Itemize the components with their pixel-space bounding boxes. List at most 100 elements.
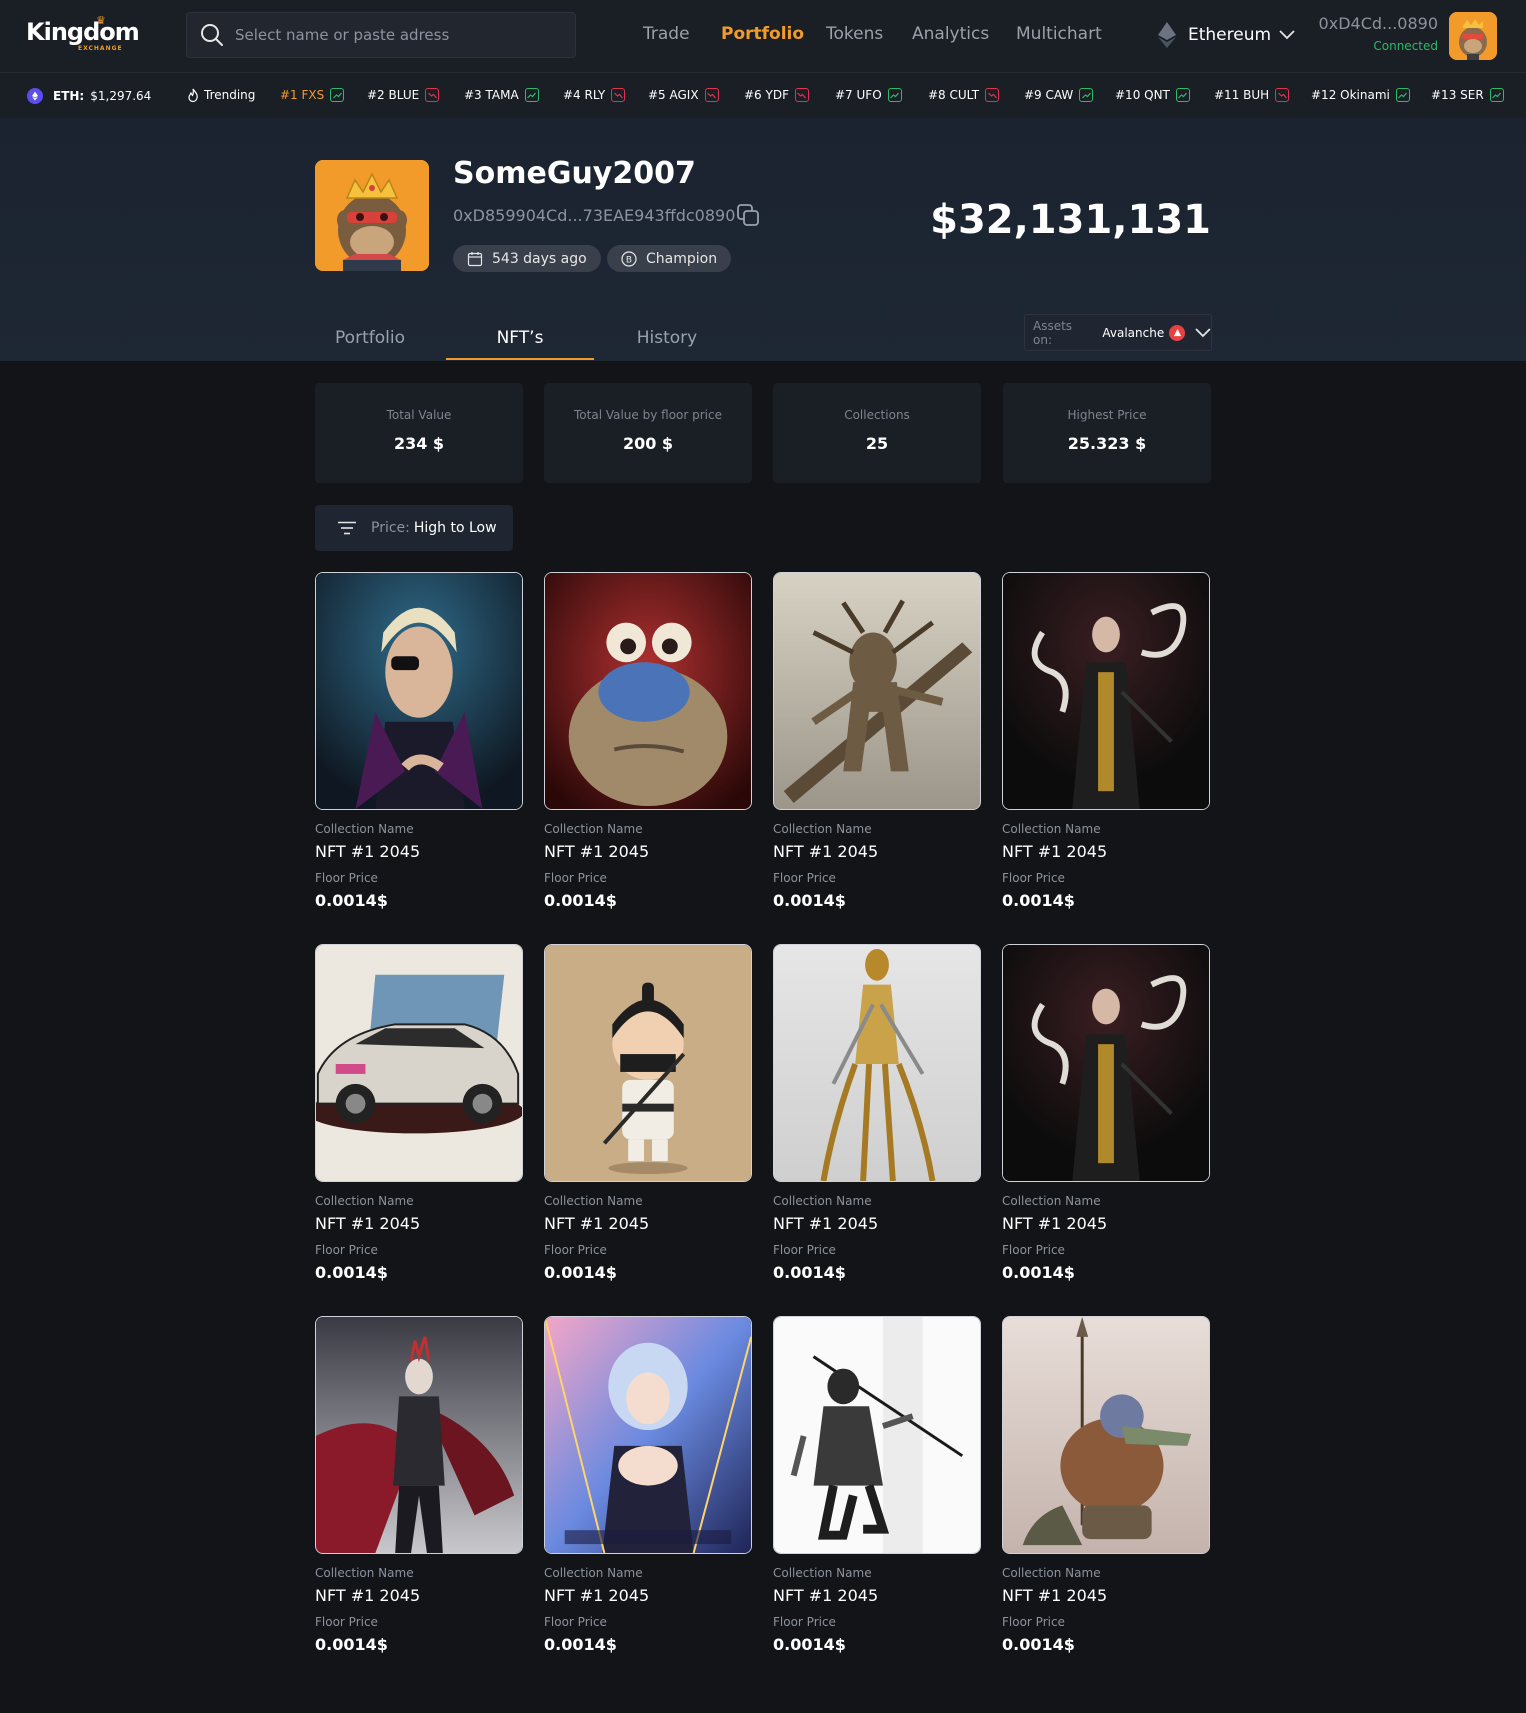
nft-name: NFT #1 2045 — [773, 1586, 879, 1605]
nft-image[interactable] — [1002, 572, 1210, 810]
nft-floor-label: Floor Price — [1002, 871, 1065, 885]
trend-down-icon — [1275, 88, 1290, 102]
nft-card[interactable]: Collection Name NFT #1 2045 Floor Price 0.0… — [315, 944, 523, 1282]
ticker-symbol: #7 UFO — [835, 88, 882, 102]
user-avatar[interactable] — [1449, 12, 1497, 60]
nav-trade[interactable]: Trade — [643, 24, 690, 44]
stat-value: 234 $ — [393, 434, 445, 453]
trend-down-icon — [985, 88, 1000, 102]
nav-tokens[interactable]: Tokens — [826, 24, 883, 44]
ticker-item[interactable]: #8 CULT — [928, 88, 1000, 102]
nav-portfolio[interactable]: Portfolio — [721, 24, 804, 44]
kingdom-logo[interactable]: Kingdom ♛ EXCHANGE — [26, 14, 140, 56]
nav-multichart[interactable]: Multichart — [1016, 24, 1102, 44]
nft-floor-price: 0.0014$ — [544, 1635, 617, 1654]
filter-icon — [338, 521, 356, 535]
stat-total-value: Total Value 234 $ — [315, 383, 523, 483]
nft-image[interactable] — [1002, 1316, 1210, 1554]
nft-card[interactable]: Collection Name NFT #1 2045 Floor Price 0.0… — [544, 572, 752, 910]
nft-image[interactable] — [544, 944, 752, 1182]
nft-name: NFT #1 2045 — [544, 1586, 650, 1605]
tab-portfolio[interactable]: Portfolio — [305, 328, 435, 348]
stat-title: Total Value by floor price — [574, 408, 722, 422]
ticker-item[interactable]: #1 FXS — [280, 88, 345, 102]
portfolio-balance: $32,131,131 — [930, 197, 1211, 243]
nft-card[interactable]: Collection Name NFT #1 2045 Floor Price 0.0… — [315, 1316, 523, 1654]
trending-label[interactable]: Trending — [187, 88, 255, 102]
nft-floor-label: Floor Price — [315, 1243, 378, 1257]
nft-image[interactable] — [773, 1316, 981, 1554]
nft-collection-name: Collection Name — [544, 1194, 643, 1208]
search-bar[interactable] — [186, 12, 576, 58]
nft-image[interactable] — [544, 1316, 752, 1554]
ticker-item[interactable]: #7 UFO — [835, 88, 902, 102]
nft-image[interactable] — [544, 572, 752, 810]
trend-up-icon — [1395, 88, 1410, 102]
nft-floor-price: 0.0014$ — [544, 1263, 617, 1282]
nft-floor-label: Floor Price — [315, 1615, 378, 1629]
profile-address: 0xD859904Cd...73EAE943ffdc0890 — [453, 206, 736, 225]
nft-floor-price: 0.0014$ — [315, 1263, 388, 1282]
avalanche-icon — [1169, 324, 1186, 341]
nft-image[interactable] — [773, 944, 981, 1182]
nft-collection-name: Collection Name — [1002, 1566, 1101, 1580]
nft-card[interactable]: Collection Name NFT #1 2045 Floor Price 0.0… — [1002, 572, 1210, 910]
nft-card[interactable]: Collection Name NFT #1 2045 Floor Price 0.0… — [315, 572, 523, 910]
nav-analytics[interactable]: Analytics — [912, 24, 989, 44]
ticker-item[interactable]: #9 CAW — [1024, 88, 1094, 102]
nft-name: NFT #1 2045 — [773, 842, 879, 861]
ticker-item[interactable]: #5 AGIX — [648, 88, 719, 102]
copy-icon[interactable] — [736, 203, 760, 227]
nft-floor-price: 0.0014$ — [1002, 891, 1075, 910]
nft-card[interactable]: Collection Name NFT #1 2045 Floor Price 0.0… — [773, 1316, 981, 1654]
stat-value: 25.323 $ — [1067, 434, 1147, 453]
nft-floor-label: Floor Price — [773, 1615, 836, 1629]
account-age-text: 543 days ago — [492, 250, 587, 267]
ticker-item[interactable]: #6 YDF — [744, 88, 809, 102]
stat-collections: Collections 25 — [773, 383, 981, 483]
ticker-item[interactable]: #11 BUH — [1214, 88, 1290, 102]
nft-name: NFT #1 2045 — [315, 1586, 421, 1605]
chevron-down-icon — [1195, 327, 1211, 337]
nft-image[interactable] — [773, 572, 981, 810]
nft-card[interactable]: Collection Name NFT #1 2045 Floor Price 0.0… — [544, 1316, 752, 1654]
sort-label: Price: — [371, 520, 410, 536]
network-selector[interactable]: Ethereum — [1158, 22, 1295, 48]
trend-up-icon — [887, 88, 902, 102]
ticker-symbol: #5 AGIX — [648, 88, 699, 102]
nft-image[interactable] — [315, 572, 523, 810]
ticker-item[interactable]: #2 BLUE — [367, 88, 440, 102]
ticker-item[interactable]: #4 RLY — [563, 88, 626, 102]
ticker-item[interactable]: #10 QNT — [1115, 88, 1190, 102]
ticker-item[interactable]: #3 TAMA — [464, 88, 539, 102]
nft-image[interactable] — [315, 1316, 523, 1554]
ticker-symbol: #8 CULT — [928, 88, 980, 102]
ticker-item[interactable]: #12 Okinami — [1311, 88, 1410, 102]
nft-image[interactable] — [315, 944, 523, 1182]
assets-chain-selector[interactable]: Assets on: Avalanche — [1024, 314, 1212, 351]
nft-card[interactable]: Collection Name NFT #1 2045 Floor Price 0.0… — [773, 944, 981, 1282]
search-input[interactable] — [235, 26, 535, 44]
nft-floor-label: Floor Price — [773, 871, 836, 885]
stat-value: 25 — [865, 434, 889, 453]
ticker-symbol: #9 CAW — [1024, 88, 1074, 102]
nft-floor-label: Floor Price — [544, 1243, 607, 1257]
sort-dropdown[interactable]: Price: High to Low — [315, 505, 513, 551]
nft-floor-price: 0.0014$ — [315, 1635, 388, 1654]
wallet-info[interactable]: 0xD4Cd...0890 Connected — [1319, 14, 1438, 53]
eth-price: $1,297.64 — [90, 89, 152, 103]
stat-floor-value: Total Value by floor price 200 $ — [544, 383, 752, 483]
nft-card[interactable]: Collection Name NFT #1 2045 Floor Price 0.0… — [1002, 1316, 1210, 1654]
eth-label: ETH: — [53, 89, 85, 103]
nft-card[interactable]: Collection Name NFT #1 2045 Floor Price 0.0… — [544, 944, 752, 1282]
tab-nfts[interactable]: NFT’s — [455, 328, 585, 348]
tab-history[interactable]: History — [602, 328, 732, 348]
nft-card[interactable]: Collection Name NFT #1 2045 Floor Price 0.0… — [773, 572, 981, 910]
nft-floor-price: 0.0014$ — [544, 891, 617, 910]
nft-image[interactable] — [1002, 944, 1210, 1182]
nft-card[interactable]: Collection Name NFT #1 2045 Floor Price 0.0… — [1002, 944, 1210, 1282]
network-label: Ethereum — [1188, 25, 1272, 45]
ticker-item[interactable]: #13 SER — [1431, 88, 1504, 102]
ticker-symbol: #10 QNT — [1115, 88, 1170, 102]
account-age-badge: 543 days ago — [453, 245, 601, 272]
